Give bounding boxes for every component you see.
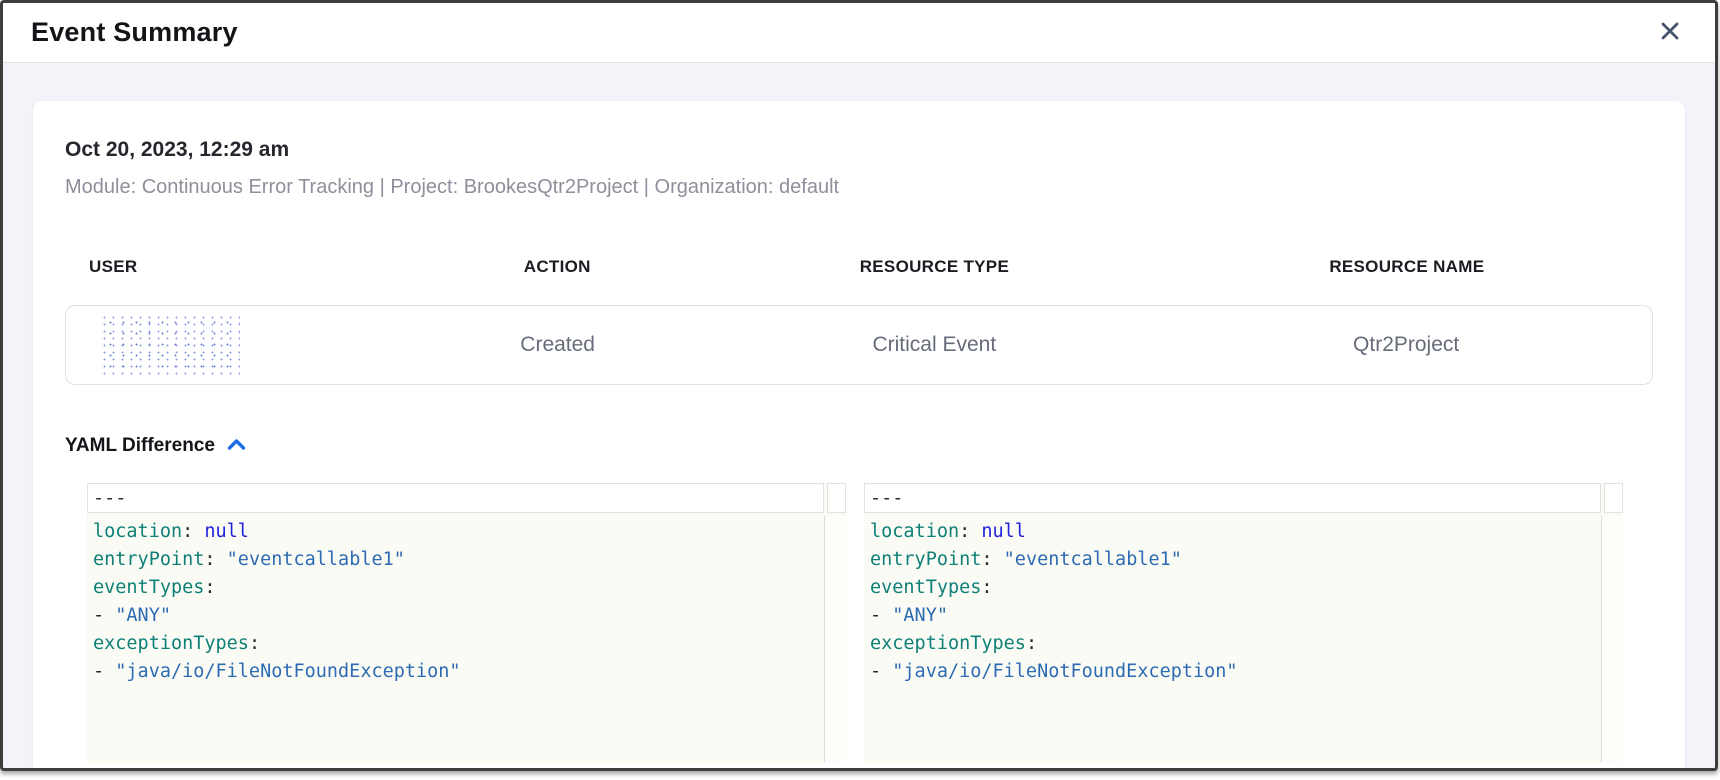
action-cell: Created [407, 333, 708, 357]
yaml-line: location: null [87, 518, 846, 546]
event-timestamp: Oct 20, 2023, 12:29 am [65, 137, 1653, 163]
close-icon [1658, 19, 1682, 46]
yaml-token-punct: : [1026, 633, 1037, 654]
scrollbar-track[interactable] [1601, 516, 1623, 763]
yaml-diff-view: ---location: nullentryPoint: "eventcalla… [87, 483, 1623, 763]
yaml-token-punct: : [204, 577, 215, 598]
yaml-token-null: null [981, 521, 1026, 542]
event-card: Oct 20, 2023, 12:29 am Module: Continuou… [33, 101, 1685, 768]
yaml-token-punct: - [870, 605, 892, 626]
yaml-token-punct: : [981, 549, 1003, 570]
page-title: Event Summary [31, 17, 238, 48]
column-header-resource-type: RESOURCE TYPE [708, 257, 1161, 277]
yaml-token-key: location [93, 521, 182, 542]
redacted-user-avatar [100, 314, 240, 376]
yaml-token-string: "java/io/FileNotFoundException" [115, 661, 460, 682]
yaml-highlight-line: --- [864, 483, 1623, 513]
yaml-line: eventTypes: [864, 574, 1623, 602]
scrollbar-thumb[interactable] [827, 483, 846, 513]
yaml-line: --- [87, 483, 824, 513]
yaml-difference-header: YAML Difference [65, 435, 1653, 457]
yaml-token-doc: --- [93, 488, 126, 509]
table-row: Created Critical Event Qtr2Project [65, 305, 1653, 385]
yaml-line: - "ANY" [864, 602, 1623, 630]
yaml-token-key: entryPoint [870, 549, 981, 570]
yaml-token-string: "ANY" [115, 605, 171, 626]
yaml-line: - "ANY" [87, 602, 846, 630]
user-cell [66, 314, 407, 376]
modal-header: Event Summary [3, 3, 1715, 63]
yaml-token-punct: - [93, 661, 115, 682]
column-header-resource-name: RESOURCE NAME [1161, 257, 1653, 277]
yaml-token-punct: : [182, 521, 204, 542]
scrollbar-track[interactable] [824, 516, 846, 763]
close-button[interactable] [1653, 16, 1687, 50]
column-header-user: USER [65, 257, 406, 277]
yaml-line: exceptionTypes: [87, 630, 846, 658]
yaml-token-punct: - [93, 605, 115, 626]
yaml-token-string: "eventcallable1" [1004, 549, 1182, 570]
yaml-line: entryPoint: "eventcallable1" [864, 546, 1623, 574]
yaml-token-punct: : [959, 521, 981, 542]
yaml-line: - "java/io/FileNotFoundException" [864, 658, 1623, 686]
yaml-token-doc: --- [870, 488, 903, 509]
event-summary-modal: Event Summary Oct 20, 2023, 12:29 am Mod… [0, 0, 1718, 771]
yaml-line: exceptionTypes: [864, 630, 1623, 658]
yaml-token-key: eventTypes [870, 577, 981, 598]
yaml-difference-title: YAML Difference [65, 435, 215, 457]
yaml-panel: ---location: nullentryPoint: "eventcalla… [87, 483, 846, 763]
yaml-token-key: location [870, 521, 959, 542]
chevron-up-icon [226, 437, 247, 455]
yaml-token-key: entryPoint [93, 549, 204, 570]
yaml-line: - "java/io/FileNotFoundException" [87, 658, 846, 686]
yaml-token-key: exceptionTypes [870, 633, 1026, 654]
yaml-line: --- [864, 483, 1601, 513]
resource-type-cell: Critical Event [708, 333, 1160, 357]
yaml-token-string: "ANY" [892, 605, 948, 626]
yaml-token-punct: - [870, 661, 892, 682]
yaml-line: location: null [864, 518, 1623, 546]
resource-name-cell: Qtr2Project [1160, 333, 1652, 357]
audit-table: USER ACTION RESOURCE TYPE RESOURCE NAME … [65, 257, 1653, 385]
yaml-token-string: "eventcallable1" [227, 549, 405, 570]
yaml-highlight-line: --- [87, 483, 846, 513]
yaml-line: eventTypes: [87, 574, 846, 602]
table-header-row: USER ACTION RESOURCE TYPE RESOURCE NAME [65, 257, 1653, 277]
scrollbar-thumb[interactable] [1604, 483, 1623, 513]
yaml-token-key: exceptionTypes [93, 633, 249, 654]
modal-body: Oct 20, 2023, 12:29 am Module: Continuou… [3, 63, 1715, 768]
collapse-toggle-button[interactable] [226, 437, 247, 455]
yaml-panel: ---location: nullentryPoint: "eventcalla… [864, 483, 1623, 763]
yaml-token-punct: : [981, 577, 992, 598]
event-meta-line: Module: Continuous Error Tracking | Proj… [65, 175, 1653, 199]
yaml-token-punct: : [249, 633, 260, 654]
yaml-line: entryPoint: "eventcallable1" [87, 546, 846, 574]
yaml-token-punct: : [204, 549, 226, 570]
yaml-token-key: eventTypes [93, 577, 204, 598]
yaml-token-string: "java/io/FileNotFoundException" [892, 661, 1237, 682]
yaml-token-null: null [204, 521, 249, 542]
column-header-action: ACTION [406, 257, 708, 277]
